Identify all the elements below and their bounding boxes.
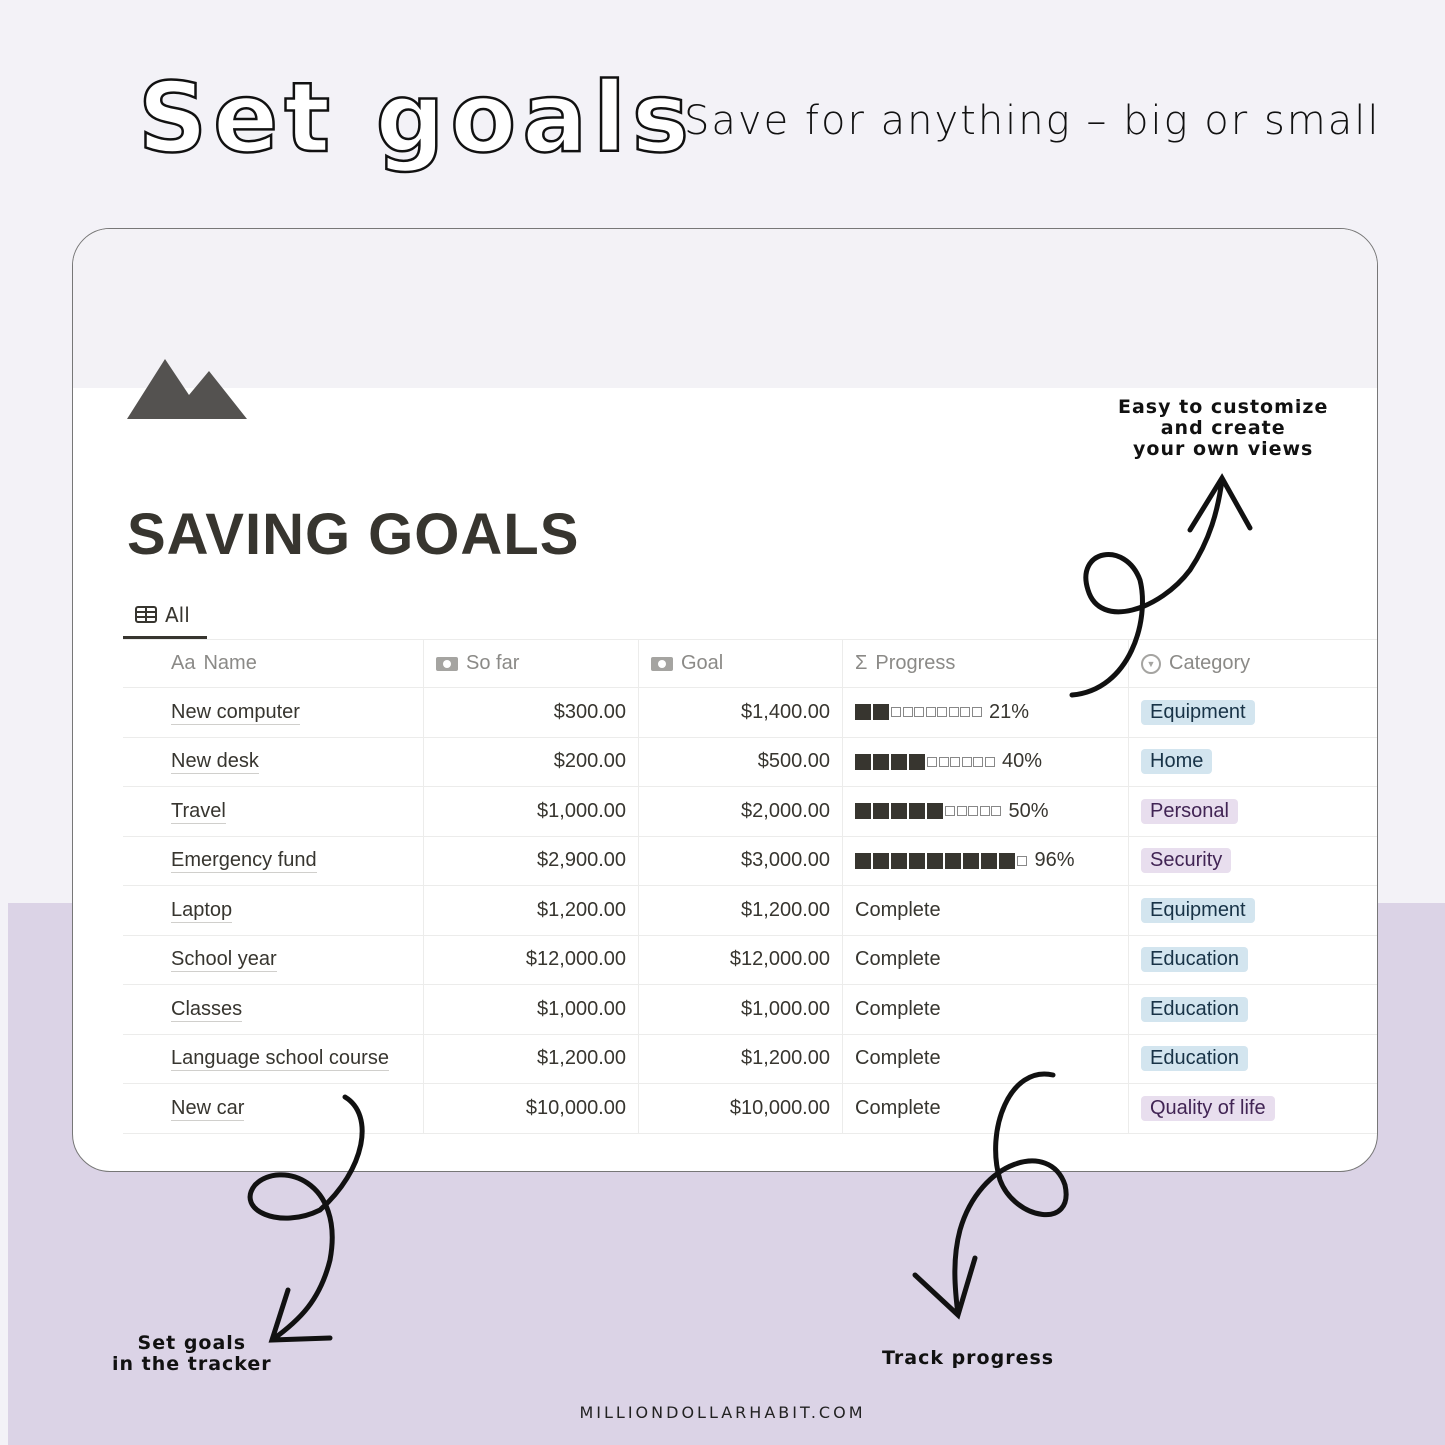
decorative-arrows <box>247 473 1253 1343</box>
curly-arrow-icon <box>247 1094 365 1343</box>
curly-arrow-icon <box>912 1071 1069 1320</box>
curly-arrow-icon <box>1069 473 1253 698</box>
